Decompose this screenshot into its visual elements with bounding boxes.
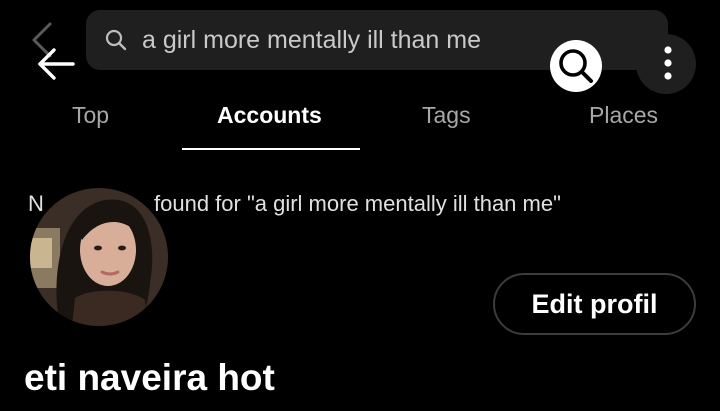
avatar-photo xyxy=(30,188,168,326)
edit-profile-button[interactable]: Edit profil xyxy=(493,273,696,335)
avatar[interactable] xyxy=(30,188,168,326)
search-button[interactable] xyxy=(550,40,602,92)
tab-accounts[interactable]: Accounts xyxy=(217,100,322,130)
tab-places[interactable]: Places xyxy=(589,100,658,130)
arrow-left-icon[interactable] xyxy=(36,46,76,82)
no-results-rest: found for "a girl more mentally ill than… xyxy=(154,191,561,216)
profile-display-name: eti naveira hot xyxy=(24,357,275,398)
active-tab-indicator xyxy=(182,148,360,150)
kebab-menu-icon[interactable] xyxy=(660,44,676,84)
no-results-start: N xyxy=(28,191,44,216)
search-icon xyxy=(105,29,127,51)
tab-tags[interactable]: Tags xyxy=(422,100,471,130)
tab-top[interactable]: Top xyxy=(72,100,109,130)
search-query[interactable]: a girl more mentally ill than me xyxy=(142,24,481,56)
search-icon xyxy=(559,49,593,83)
